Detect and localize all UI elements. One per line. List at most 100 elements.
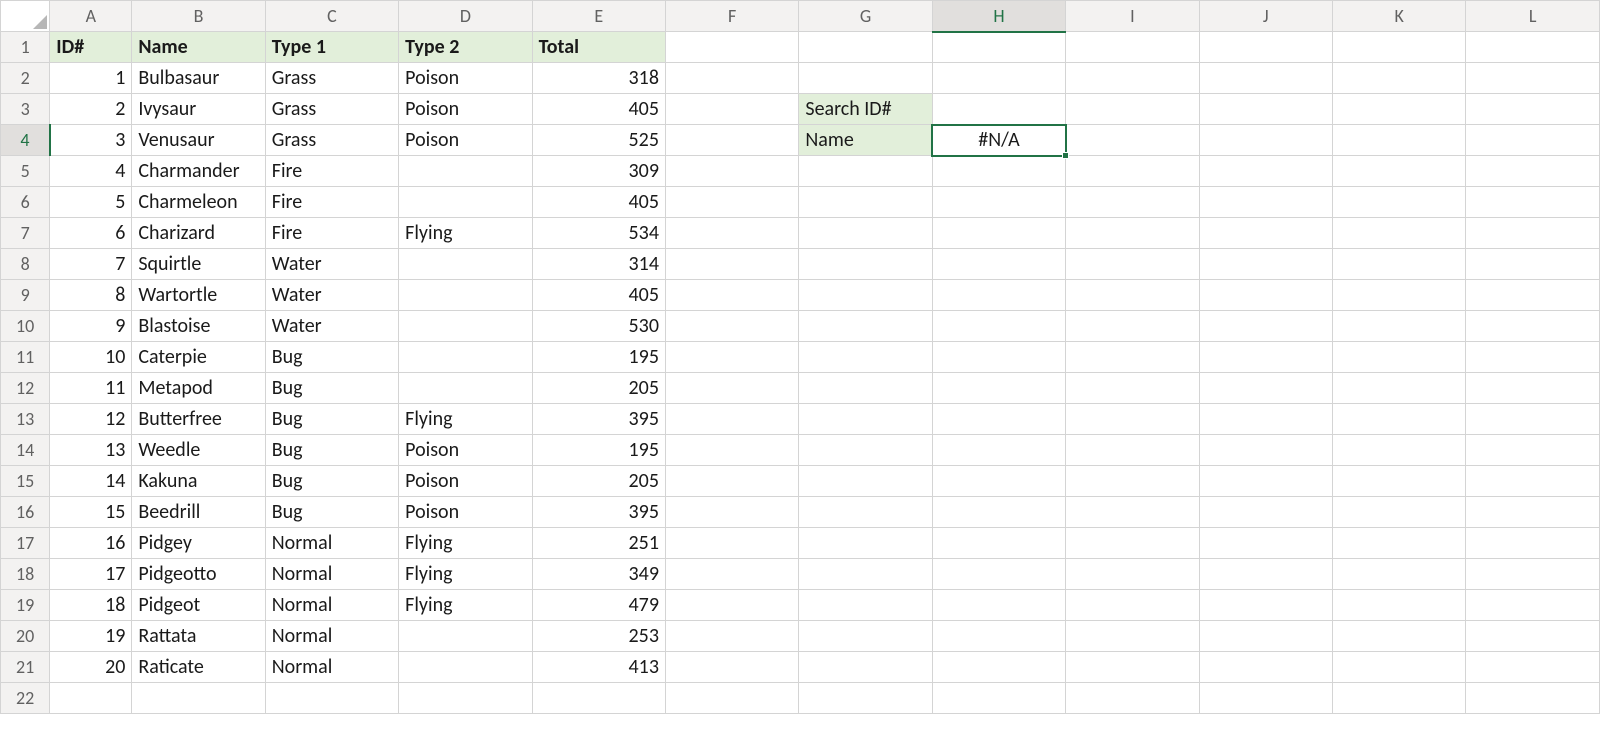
cell-G10[interactable] [799, 311, 932, 342]
cell-K14[interactable] [1333, 435, 1466, 466]
cell-A18[interactable]: 17 [50, 559, 132, 590]
cell-A5[interactable]: 4 [50, 156, 132, 187]
cell-I6[interactable] [1066, 187, 1199, 218]
cell-E17[interactable]: 251 [532, 528, 665, 559]
cell-H5[interactable] [932, 156, 1065, 187]
cell-F14[interactable] [665, 435, 798, 466]
cell-J11[interactable] [1199, 342, 1332, 373]
cell-F11[interactable] [665, 342, 798, 373]
cell-C1[interactable]: Type 1 [265, 32, 398, 63]
cell-C12[interactable]: Bug [265, 373, 398, 404]
row-header-1[interactable]: 1 [1, 32, 50, 63]
cell-G15[interactable] [799, 466, 932, 497]
cell-L9[interactable] [1466, 280, 1600, 311]
col-header-A[interactable]: A [50, 1, 132, 32]
cell-F17[interactable] [665, 528, 798, 559]
cell-F10[interactable] [665, 311, 798, 342]
cell-J12[interactable] [1199, 373, 1332, 404]
cell-B19[interactable]: Pidgeot [132, 590, 265, 621]
cell-I22[interactable] [1066, 683, 1199, 714]
cell-E15[interactable]: 205 [532, 466, 665, 497]
cell-C8[interactable]: Water [265, 249, 398, 280]
row-header-12[interactable]: 12 [1, 373, 50, 404]
cell-A9[interactable]: 8 [50, 280, 132, 311]
cell-K21[interactable] [1333, 652, 1466, 683]
cell-D7[interactable]: Flying [399, 218, 532, 249]
cell-D4[interactable]: Poison [399, 125, 532, 156]
cell-I19[interactable] [1066, 590, 1199, 621]
row-header-2[interactable]: 2 [1, 63, 50, 94]
cell-H12[interactable] [932, 373, 1065, 404]
cell-L3[interactable] [1466, 94, 1600, 125]
cell-K9[interactable] [1333, 280, 1466, 311]
cell-L2[interactable] [1466, 63, 1600, 94]
cell-D5[interactable] [399, 156, 532, 187]
cell-H6[interactable] [932, 187, 1065, 218]
row-header-4[interactable]: 4 [1, 125, 50, 156]
cell-H3[interactable] [932, 94, 1065, 125]
cell-K17[interactable] [1333, 528, 1466, 559]
cell-A8[interactable]: 7 [50, 249, 132, 280]
cell-E21[interactable]: 413 [532, 652, 665, 683]
cell-H22[interactable] [932, 683, 1065, 714]
cell-I8[interactable] [1066, 249, 1199, 280]
cell-F21[interactable] [665, 652, 798, 683]
cell-D11[interactable] [399, 342, 532, 373]
cell-D19[interactable]: Flying [399, 590, 532, 621]
cell-A21[interactable]: 20 [50, 652, 132, 683]
cell-E14[interactable]: 195 [532, 435, 665, 466]
cell-I11[interactable] [1066, 342, 1199, 373]
cell-F19[interactable] [665, 590, 798, 621]
cell-I4[interactable] [1066, 125, 1199, 156]
cell-D3[interactable]: Poison [399, 94, 532, 125]
row-header-18[interactable]: 18 [1, 559, 50, 590]
cell-H13[interactable] [932, 404, 1065, 435]
cell-L5[interactable] [1466, 156, 1600, 187]
cell-G21[interactable] [799, 652, 932, 683]
cell-J17[interactable] [1199, 528, 1332, 559]
cell-J18[interactable] [1199, 559, 1332, 590]
cell-E12[interactable]: 205 [532, 373, 665, 404]
cell-F1[interactable] [665, 32, 798, 63]
cell-C3[interactable]: Grass [265, 94, 398, 125]
row-header-5[interactable]: 5 [1, 156, 50, 187]
cell-E8[interactable]: 314 [532, 249, 665, 280]
cell-L20[interactable] [1466, 621, 1600, 652]
row-header-10[interactable]: 10 [1, 311, 50, 342]
cell-J16[interactable] [1199, 497, 1332, 528]
cell-C22[interactable] [265, 683, 398, 714]
cell-B21[interactable]: Raticate [132, 652, 265, 683]
cell-G22[interactable] [799, 683, 932, 714]
cell-J3[interactable] [1199, 94, 1332, 125]
cell-G5[interactable] [799, 156, 932, 187]
cell-I21[interactable] [1066, 652, 1199, 683]
cell-L17[interactable] [1466, 528, 1600, 559]
cell-K20[interactable] [1333, 621, 1466, 652]
cell-J22[interactable] [1199, 683, 1332, 714]
cell-G12[interactable] [799, 373, 932, 404]
cell-D17[interactable]: Flying [399, 528, 532, 559]
cell-L21[interactable] [1466, 652, 1600, 683]
col-header-E[interactable]: E [532, 1, 665, 32]
cell-K16[interactable] [1333, 497, 1466, 528]
cell-K10[interactable] [1333, 311, 1466, 342]
row-header-13[interactable]: 13 [1, 404, 50, 435]
col-header-F[interactable]: F [665, 1, 798, 32]
cell-L1[interactable] [1466, 32, 1600, 63]
cell-C16[interactable]: Bug [265, 497, 398, 528]
cell-L11[interactable] [1466, 342, 1600, 373]
cell-B3[interactable]: Ivysaur [132, 94, 265, 125]
cell-A4[interactable]: 3 [50, 125, 132, 156]
cell-K22[interactable] [1333, 683, 1466, 714]
cell-F13[interactable] [665, 404, 798, 435]
cell-B8[interactable]: Squirtle [132, 249, 265, 280]
cell-F2[interactable] [665, 63, 798, 94]
cell-I9[interactable] [1066, 280, 1199, 311]
cell-C21[interactable]: Normal [265, 652, 398, 683]
cell-A12[interactable]: 11 [50, 373, 132, 404]
cell-K7[interactable] [1333, 218, 1466, 249]
cell-K8[interactable] [1333, 249, 1466, 280]
cell-I2[interactable] [1066, 63, 1199, 94]
cell-D22[interactable] [399, 683, 532, 714]
cell-F7[interactable] [665, 218, 798, 249]
